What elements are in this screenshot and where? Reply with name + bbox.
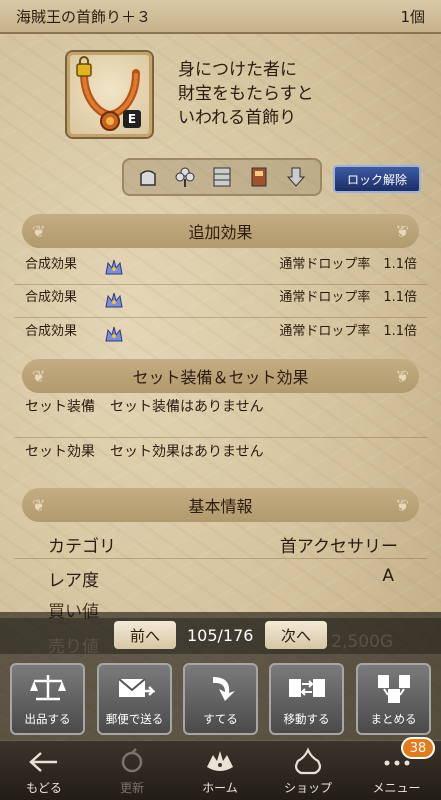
back-arrow-icon: [29, 752, 57, 772]
arrow-down-icon[interactable]: [283, 164, 309, 190]
info-row-rarity: レア度 A: [48, 566, 398, 591]
action-label: 移動する: [283, 712, 330, 726]
unlock-button[interactable]: ロック解除: [333, 165, 421, 193]
info-label: レア度: [48, 571, 99, 591]
item-detail-screen: 海賊王の首飾り＋３ 1個 E 身につけた者に 財宝をもたらすと いわれる首飾り …: [0, 0, 441, 800]
status-icon-row: [122, 158, 322, 196]
set-value: セット効果はありません: [110, 444, 264, 460]
action-bar: 出品する 郵便で送る すてる 移動する まとめる: [0, 660, 441, 738]
effect-label: 合成効果: [25, 289, 78, 305]
clover-icon[interactable]: [172, 164, 198, 190]
scale-icon: [29, 675, 66, 701]
ornament-icon: ❦: [32, 496, 46, 515]
page-counter: 105/176: [187, 626, 254, 645]
bag-icon[interactable]: [135, 164, 161, 190]
action-label: 出品する: [24, 712, 71, 726]
effect-label: 合成効果: [25, 256, 78, 272]
set-label: セット効果: [25, 444, 95, 460]
book-icon[interactable]: [246, 164, 272, 190]
section-title: 基本情報: [188, 497, 253, 516]
set-label: セット装備: [25, 399, 95, 415]
ornament-icon: ❦: [395, 222, 409, 241]
section-set-equipment: ❦ セット装備＆セット効果 ❦: [22, 359, 419, 393]
effect-value: 通常ドロップ率 1.1倍: [279, 256, 417, 272]
info-value: 首アクセサリー: [279, 537, 398, 557]
item-icon-frame[interactable]: E: [67, 52, 152, 137]
divider: [14, 437, 427, 438]
section-basic-info: ❦ 基本情報 ❦: [22, 488, 419, 522]
bundle-icon: [377, 675, 410, 703]
section-added-effects: ❦ 追加効果 ❦: [22, 214, 419, 248]
discard-button[interactable]: すてる: [183, 663, 258, 735]
mail-send-button[interactable]: 郵便で送る: [97, 663, 172, 735]
sell-listing-button[interactable]: 出品する: [10, 663, 85, 735]
ornament-icon: ❦: [32, 222, 46, 241]
prev-button[interactable]: 前へ: [114, 621, 176, 649]
notification-badge: 38: [401, 737, 435, 759]
bundle-button[interactable]: まとめる: [356, 663, 431, 735]
mail-icon: [117, 678, 155, 697]
tab-back[interactable]: もどる: [0, 741, 88, 800]
ornament-icon: ❦: [395, 496, 409, 515]
set-value: セット装備はありません: [110, 399, 264, 415]
ornament-icon: ❦: [32, 367, 46, 386]
divider: [14, 317, 427, 318]
crown-gem-icon: [105, 292, 123, 308]
home-dragon-icon: [207, 751, 233, 771]
effect-value: 通常ドロップ率 1.1倍: [279, 289, 417, 305]
tab-home[interactable]: ホーム: [176, 741, 264, 800]
tab-shop[interactable]: ショップ: [264, 741, 352, 800]
tab-label: メニュー: [372, 781, 421, 795]
equipped-mark: E: [123, 110, 141, 128]
move-icon: [288, 679, 325, 697]
section-title: 追加効果: [188, 223, 253, 242]
ornament-icon: ❦: [395, 367, 409, 386]
discard-arrow-icon: [212, 677, 235, 701]
info-row-category: カテゴリ 首アクセサリー: [48, 532, 398, 557]
tab-label: 更新: [119, 781, 144, 795]
tab-label: もどる: [26, 781, 62, 795]
action-label: まとめる: [370, 712, 417, 726]
next-button[interactable]: 次へ: [265, 621, 327, 649]
crown-gem-icon: [105, 259, 123, 275]
info-value: A: [382, 566, 394, 586]
item-name: 海賊王の首飾り＋３: [16, 7, 152, 26]
tab-refresh[interactable]: 更新: [88, 741, 176, 800]
slime-icon: [294, 747, 322, 775]
effect-value: 通常ドロップ率 1.1倍: [279, 323, 417, 339]
refresh-icon: [121, 748, 143, 773]
effect-label: 合成効果: [25, 323, 78, 339]
pager-bar: 前へ 105/176 次へ: [0, 618, 441, 654]
action-label: 郵便で送る: [105, 712, 164, 726]
title-bar: 海賊王の首飾り＋３ 1個: [0, 0, 441, 34]
divider: [14, 558, 427, 559]
tab-label: ホーム: [202, 781, 238, 795]
tab-label: ショップ: [283, 781, 332, 795]
item-description: 身につけた者に 財宝をもたらすと いわれる首飾り: [178, 60, 314, 128]
action-label: すてる: [203, 712, 238, 726]
section-title: セット装備＆セット効果: [132, 368, 309, 387]
info-label: カテゴリ: [48, 537, 116, 557]
move-button[interactable]: 移動する: [269, 663, 344, 735]
crown-gem-icon: [105, 326, 123, 342]
storage-icon[interactable]: [209, 164, 235, 190]
bottom-tab-bar: もどる 更新 ホーム ショップ メニュー: [0, 740, 441, 800]
item-count: 1個: [400, 7, 425, 26]
